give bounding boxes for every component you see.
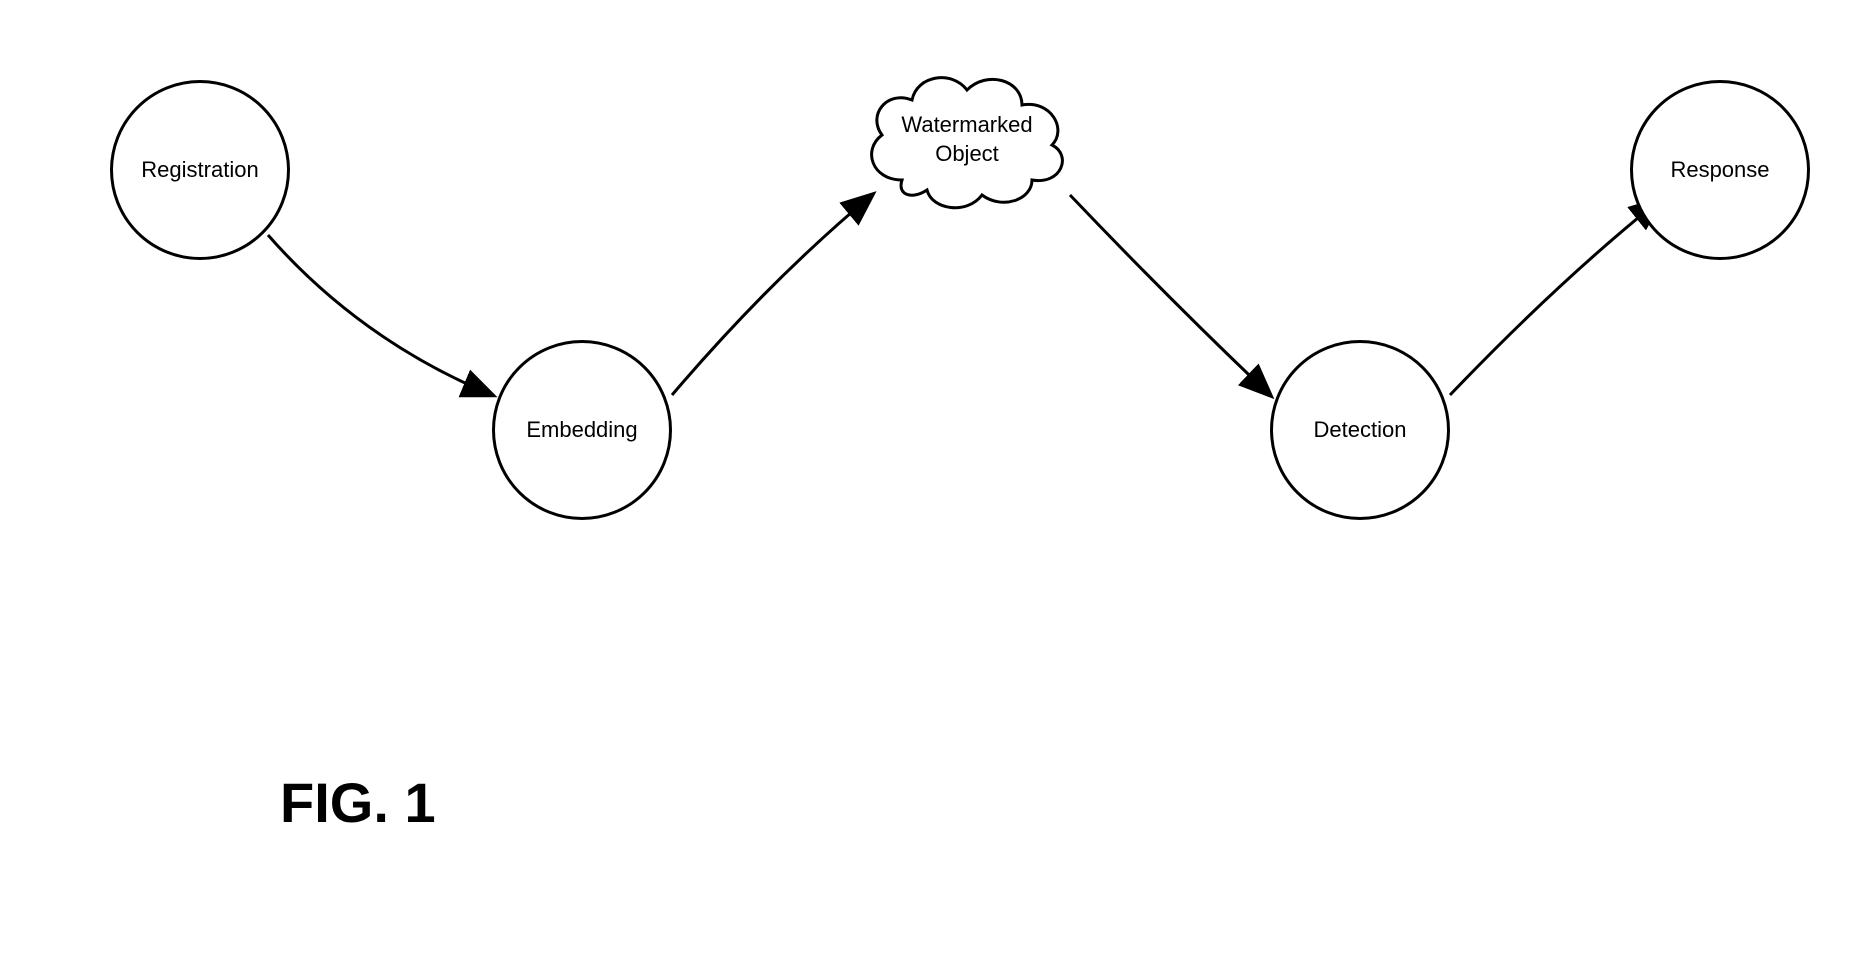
node-response-label: Response [1670, 157, 1769, 183]
node-embedding: Embedding [492, 340, 672, 520]
node-response: Response [1630, 80, 1810, 260]
figure-label: FIG. 1 [280, 770, 436, 835]
node-detection: Detection [1270, 340, 1450, 520]
node-registration: Registration [110, 80, 290, 260]
node-embedding-label: Embedding [526, 417, 637, 443]
node-registration-label: Registration [141, 157, 258, 183]
node-watermarked-label: Watermarked Object [901, 111, 1032, 168]
node-detection-label: Detection [1314, 417, 1407, 443]
node-watermarked-object: Watermarked Object [852, 60, 1082, 220]
